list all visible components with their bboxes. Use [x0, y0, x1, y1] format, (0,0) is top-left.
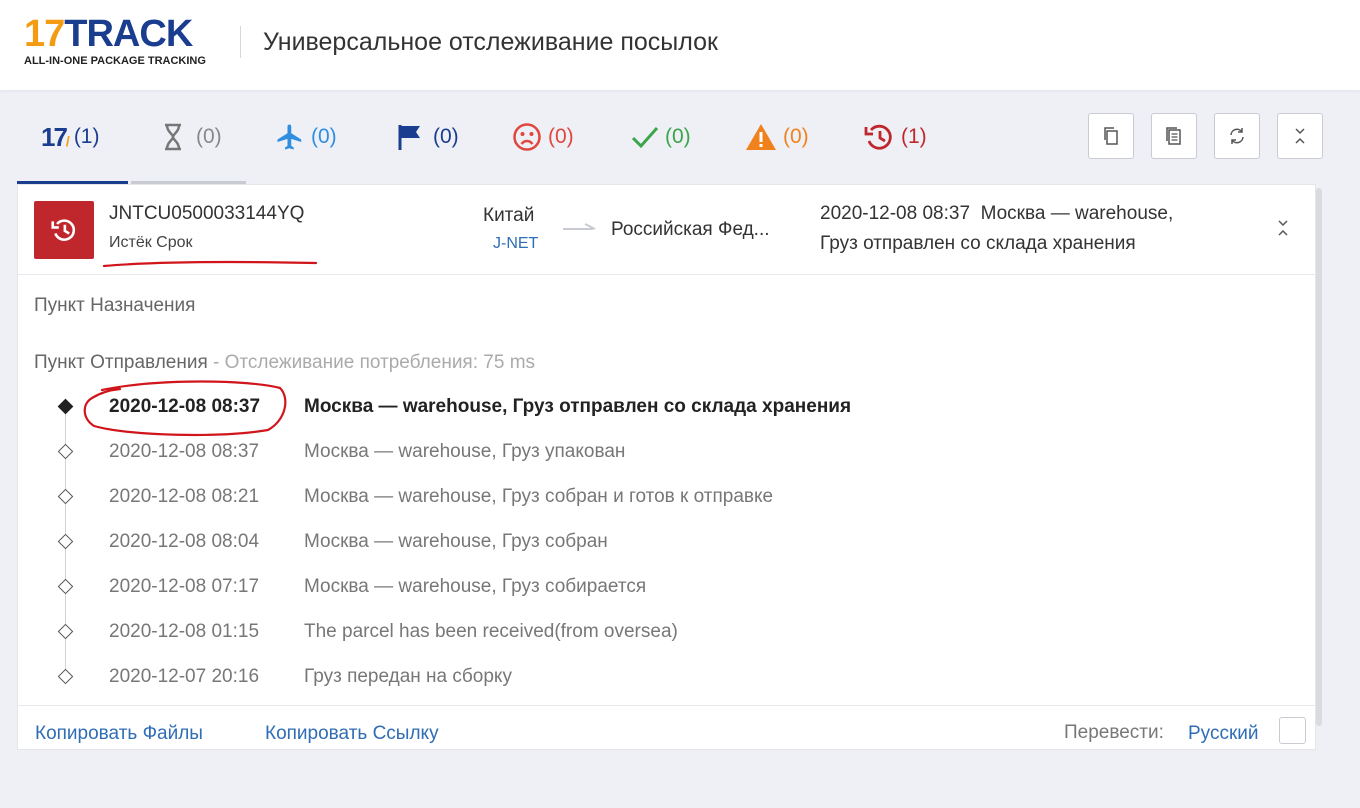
- tab-in-transit[interactable]: (0): [275, 122, 337, 152]
- event-date: 2020-12-08 08:37: [109, 396, 261, 417]
- destination-section-label: Пункт Назначения: [34, 295, 196, 316]
- origin-label-text: Пункт Отправления: [34, 352, 208, 373]
- event-date: 2020-12-08 08:21: [109, 486, 260, 507]
- event-date: 2020-12-08 01:15: [109, 621, 260, 642]
- origin-section-label: Пункт Отправления - Отслеживание потребл…: [34, 352, 535, 374]
- hourglass-icon: [165, 123, 181, 151]
- timeline-dot: [57, 578, 74, 595]
- expand-toggle-icon[interactable]: [1276, 219, 1290, 237]
- expired-history-icon: [864, 124, 892, 150]
- timeline-event: 2020-12-08 08:37 Москва — warehouse, Гру…: [18, 390, 1315, 430]
- event-date: 2020-12-07 20:16: [109, 666, 260, 687]
- timeline-event: 2020-12-07 20:16 Груз передан на сборку: [18, 660, 1315, 700]
- tab-count: (0): [548, 125, 574, 148]
- timeline-event: 2020-12-08 08:37 Москва — warehouse, Гру…: [18, 435, 1315, 475]
- timeline-dot: [57, 623, 74, 640]
- header-divider: [240, 26, 241, 58]
- timeline-event: 2020-12-08 08:21 Москва — warehouse, Гру…: [18, 480, 1315, 520]
- page-title: Универсальное отслеживание посылок: [263, 28, 718, 56]
- 17track-logo-icon: 17/: [41, 121, 70, 152]
- latest-event-line2: Груз отправлен со склада хранения: [820, 233, 1136, 254]
- event-description: Москва — warehouse, Груз собран и готов …: [304, 486, 774, 507]
- tab-count: (0): [783, 125, 809, 148]
- collapse-all-button[interactable]: [1277, 113, 1323, 159]
- tab-count: (0): [311, 125, 337, 148]
- vertical-scrollbar[interactable]: [1316, 188, 1322, 726]
- tab-alert[interactable]: (0): [745, 122, 809, 152]
- event-date: 2020-12-08 07:17: [109, 576, 260, 597]
- tab-count: (1): [901, 125, 927, 148]
- copy-files-link[interactable]: Копировать Файлы: [35, 723, 203, 745]
- refresh-icon: [1230, 128, 1244, 144]
- translate-label: Перевести:: [1064, 722, 1164, 743]
- tab-all[interactable]: 17/ (1): [41, 122, 99, 152]
- tab-expired[interactable]: (1): [863, 122, 927, 152]
- 17track-logo[interactable]: 17TRACK ALL-IN-ONE PACKAGE TRACKING: [24, 14, 224, 70]
- tab-delivered[interactable]: (0): [631, 122, 691, 152]
- tab-not-found[interactable]: (0): [162, 122, 222, 152]
- copy-link-link[interactable]: Копировать Ссылку: [265, 723, 439, 745]
- checkmark-icon: [631, 127, 659, 149]
- document-icon: [1166, 127, 1181, 145]
- refresh-button[interactable]: [1214, 113, 1260, 159]
- timeline-event: 2020-12-08 08:04 Москва — warehouse, Гру…: [18, 525, 1315, 565]
- timeline-event: 2020-12-08 01:15 The parcel has been rec…: [18, 615, 1315, 655]
- expired-status-badge: [34, 201, 94, 259]
- tracking-time-meta: - Отслеживание потребления: 75 ms: [207, 352, 536, 373]
- airplane-icon: [277, 124, 302, 150]
- copy-icon: [1104, 127, 1118, 145]
- timeline-event: 2020-12-08 07:17 Москва — warehouse, Гру…: [18, 570, 1315, 610]
- event-description: Москва — warehouse, Груз собирается: [304, 576, 647, 597]
- tab-count: (0): [433, 125, 459, 148]
- translate-checkbox[interactable]: [1279, 717, 1306, 744]
- footer-divider: [18, 705, 1315, 706]
- tab-undelivered[interactable]: (0): [512, 122, 574, 152]
- shipment-status: Истёк Срок: [109, 234, 193, 251]
- event-description: Москва — warehouse, Груз упакован: [304, 441, 626, 462]
- route-arrow-icon: [563, 223, 596, 230]
- flag-icon: [398, 125, 420, 150]
- event-description: Москва — warehouse, Груз собран: [304, 531, 608, 552]
- timeline-dot: [57, 668, 74, 685]
- event-date: 2020-12-08 08:04: [109, 531, 260, 552]
- expired-history-icon: [51, 219, 76, 241]
- top-header: 17TRACK ALL-IN-ONE PACKAGE TRACKING Унив…: [0, 0, 1360, 90]
- copy-button[interactable]: [1088, 113, 1134, 159]
- timeline-dot: [57, 443, 74, 460]
- collapse-icon: [1295, 128, 1305, 144]
- row-divider: [18, 274, 1315, 275]
- destination-country: Российская Фед...: [611, 219, 770, 240]
- tracking-result-panel: JNTCU0500033144YQ Истёк Срок Китай J-NET…: [17, 184, 1316, 750]
- event-description: Москва — warehouse, Груз отправлен со ск…: [304, 396, 852, 417]
- sad-face-icon: [513, 123, 541, 151]
- translate-language-select[interactable]: Русский: [1188, 723, 1259, 745]
- event-description: The parcel has been received(from overse…: [304, 621, 678, 642]
- tracking-number[interactable]: JNTCU0500033144YQ: [109, 203, 304, 225]
- tab-pick-up[interactable]: (0): [397, 122, 459, 152]
- origin-country: Китай: [483, 205, 535, 226]
- latest-event-line1: 2020-12-08 08:37 Москва — warehouse,: [820, 203, 1174, 224]
- carrier-link[interactable]: J-NET: [493, 235, 538, 253]
- logo-wordmark: 17TRACK: [24, 13, 193, 55]
- status-tabs-bar: 17/ (1) (0) (0) (0) (0) (0) (0) (1): [17, 100, 1325, 184]
- tab-count: (0): [665, 125, 691, 148]
- document-button[interactable]: [1151, 113, 1197, 159]
- timeline-dot: [57, 398, 74, 415]
- event-date: 2020-12-08 08:37: [109, 441, 260, 462]
- warning-icon: [746, 124, 776, 150]
- logo-tagline: ALL-IN-ONE PACKAGE TRACKING: [24, 55, 206, 67]
- timeline-dot: [57, 533, 74, 550]
- tab-count: (1): [73, 125, 100, 148]
- timeline-dot: [57, 488, 74, 505]
- tab-count: (0): [196, 125, 222, 148]
- event-description: Груз передан на сборку: [304, 666, 512, 687]
